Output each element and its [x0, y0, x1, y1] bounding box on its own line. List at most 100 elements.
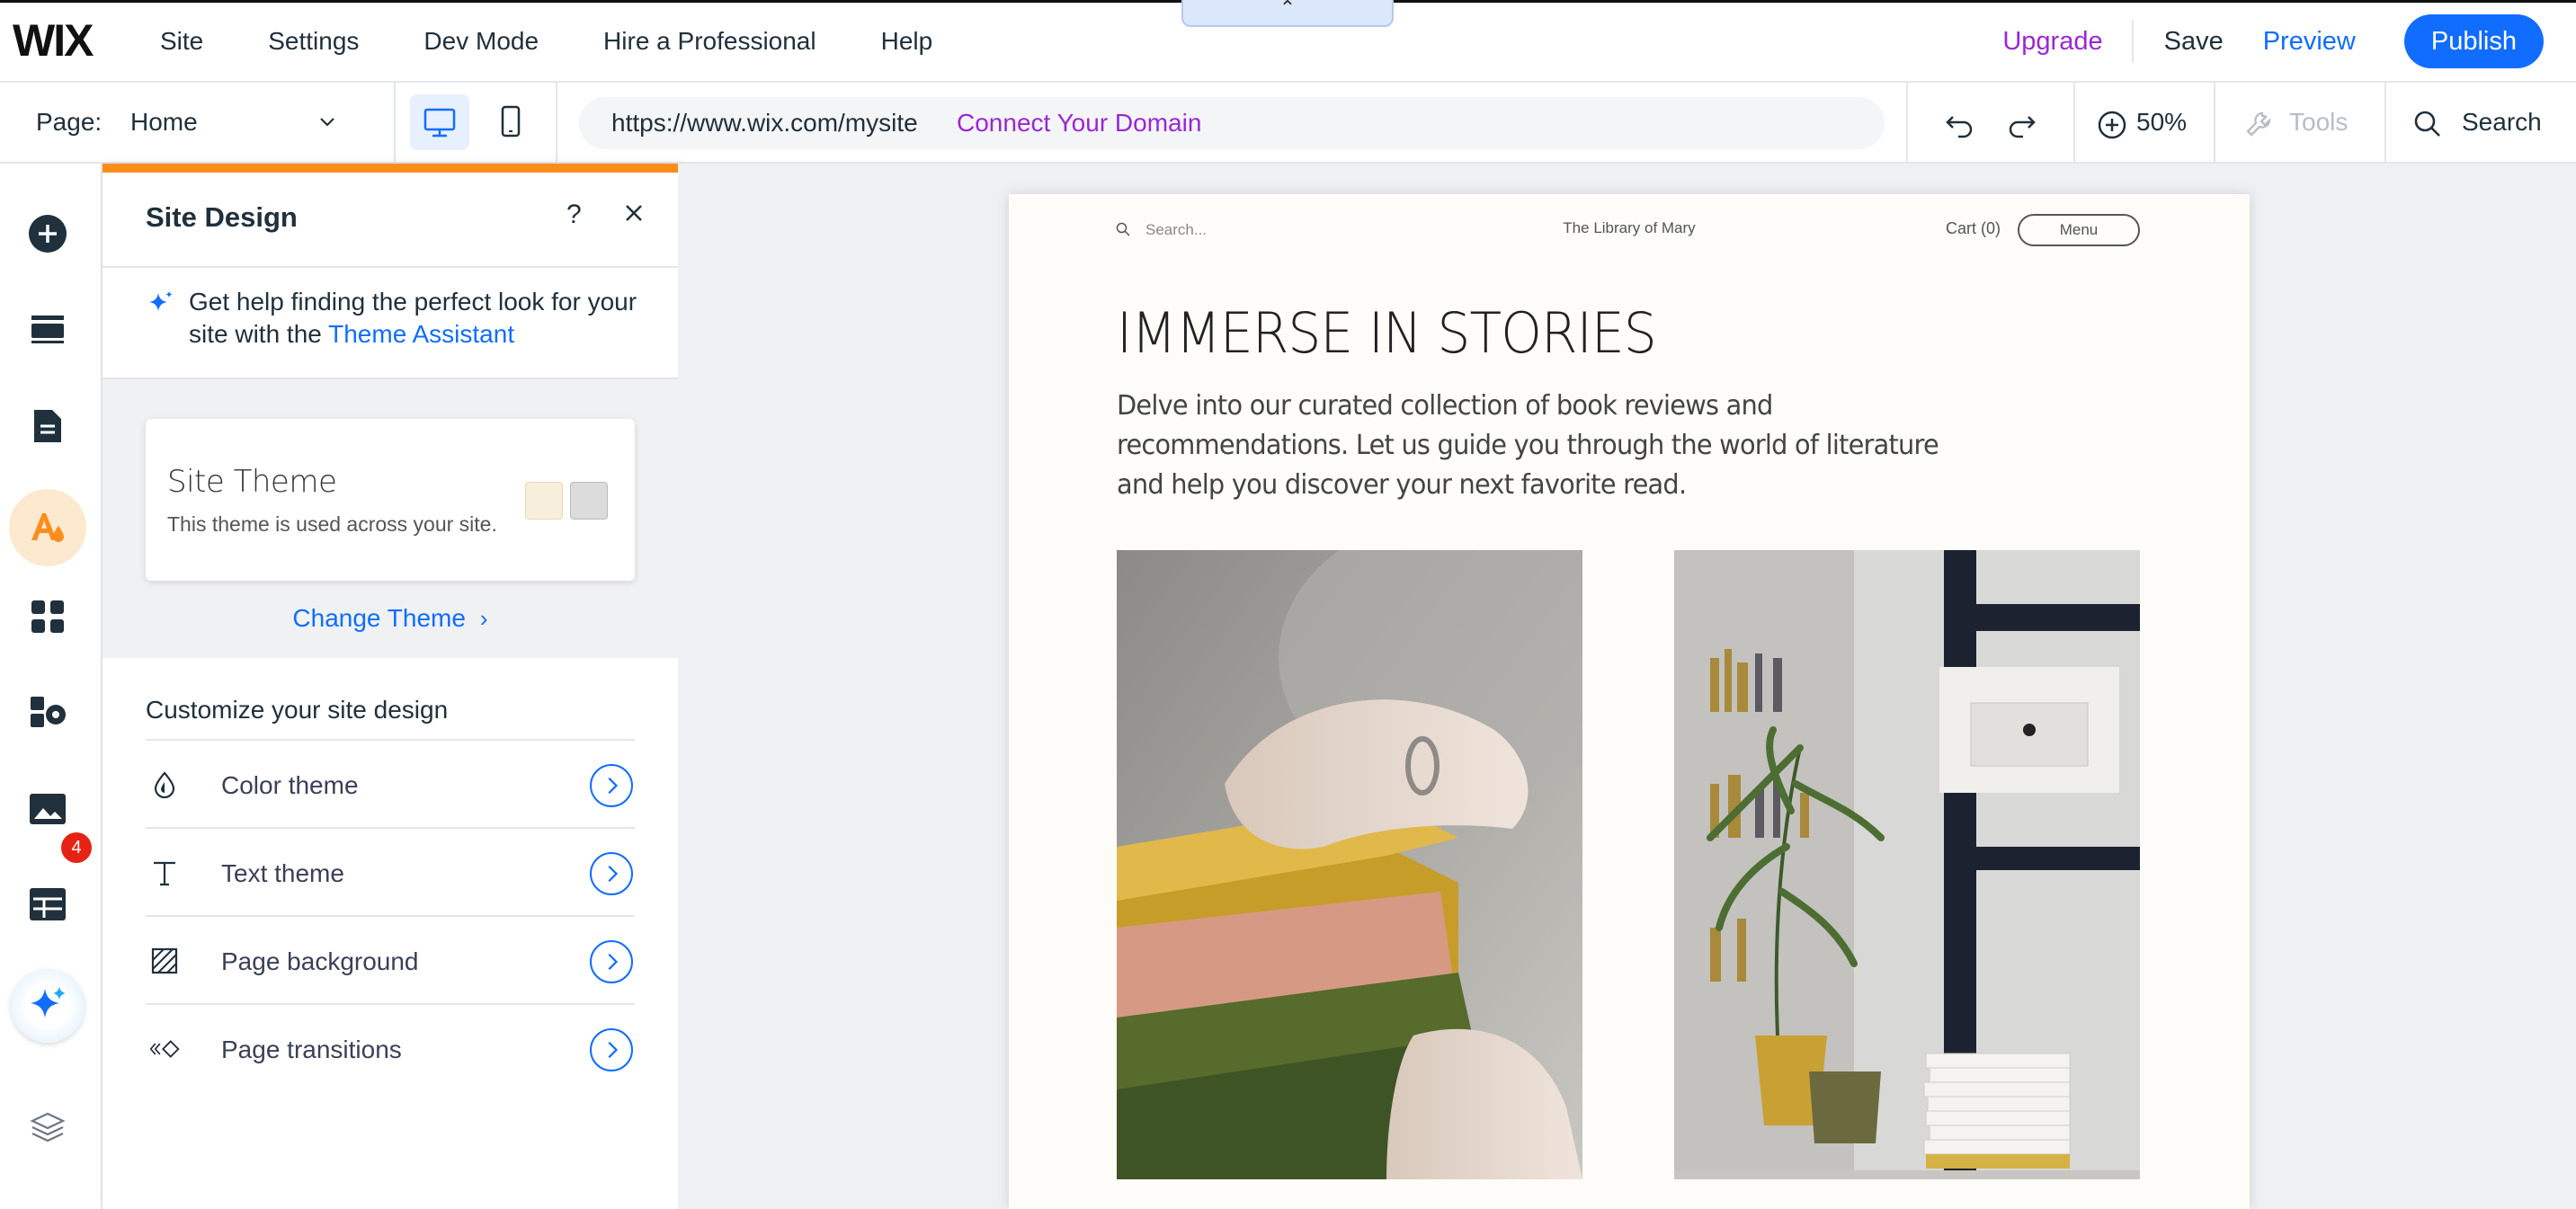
sparkle-icon: [31, 987, 66, 1018]
business-tools-icon: [31, 697, 66, 727]
menu-site[interactable]: Site: [160, 27, 203, 56]
customize-title: Customize your site design: [146, 696, 449, 724]
site-url: https://www.wix.com/mysite: [611, 109, 918, 137]
mobile-view-button[interactable]: [486, 94, 536, 150]
editor-toolbar: Page: Home https://www.wix.com/mysite Co…: [0, 83, 2576, 164]
zoom-in-icon[interactable]: [2097, 110, 2127, 140]
list-item-label: Text theme: [221, 859, 344, 887]
wix-logo[interactable]: WIX: [13, 14, 94, 67]
hero-description[interactable]: Delve into our curated collection of boo…: [1117, 387, 1946, 505]
chevron-up-icon: ⌃: [1279, 0, 1297, 19]
customize-list: Color theme Text theme Page background P…: [146, 739, 635, 1091]
save-button[interactable]: Save: [2164, 27, 2224, 57]
add-elements-button[interactable]: [19, 205, 76, 262]
menu-settings[interactable]: Settings: [268, 27, 359, 56]
page-selector[interactable]: Home: [130, 108, 198, 137]
tools-button[interactable]: Tools: [2289, 108, 2348, 137]
change-theme-link[interactable]: Change Theme ›: [103, 604, 678, 633]
search-icon[interactable]: [2411, 108, 2444, 140]
cms-button[interactable]: [19, 876, 76, 933]
change-theme-label: Change Theme: [292, 604, 466, 632]
site-menu-button[interactable]: Menu: [2018, 214, 2140, 246]
image-icon: [30, 794, 66, 824]
url-bar[interactable]: https://www.wix.com/mysite Connect Your …: [579, 97, 1885, 149]
site-design-button[interactable]: [9, 489, 86, 566]
desktop-icon: [423, 108, 456, 138]
apps-button[interactable]: [19, 588, 76, 645]
list-item-page-background[interactable]: Page background: [146, 915, 635, 1003]
divider: [2073, 83, 2075, 162]
search-button[interactable]: Search: [2462, 108, 2542, 137]
sections-icon: [31, 316, 64, 343]
bookshelf-plant-image[interactable]: [1674, 550, 2140, 1179]
theme-assistant-link[interactable]: Theme Assistant: [328, 320, 514, 348]
wrench-icon: [2246, 111, 2271, 137]
layers-icon: [30, 1112, 66, 1142]
pages-button[interactable]: [19, 397, 76, 455]
close-icon[interactable]: [620, 200, 647, 227]
desktop-view-button[interactable]: [410, 94, 469, 150]
hero-title[interactable]: IMMERSE IN STORIES: [1117, 300, 1657, 366]
menu-dev-mode[interactable]: Dev Mode: [423, 27, 539, 56]
business-tools-button[interactable]: [19, 683, 76, 741]
left-rail: 4: [0, 164, 103, 1209]
droplet-icon: [154, 771, 175, 799]
list-item-text-theme[interactable]: Text theme: [146, 827, 635, 915]
table-icon: [30, 888, 66, 920]
collapse-handle[interactable]: ⌃: [1181, 0, 1394, 27]
publish-button[interactable]: Publish: [2403, 14, 2544, 68]
books-photo: [1117, 550, 1582, 1179]
site-design-panel: Site Design ? Get help finding the perfe…: [103, 164, 678, 1209]
transitions-icon: [149, 1040, 180, 1058]
page-label: Page:: [36, 108, 103, 136]
redo-icon[interactable]: [2003, 106, 2039, 142]
top-right-actions: Upgrade Save Preview Publish: [2002, 0, 2576, 83]
chevron-right-icon[interactable]: [590, 852, 633, 895]
layers-button[interactable]: [19, 1098, 76, 1156]
theme-swatch-gray: [570, 482, 608, 520]
list-item-label: Page background: [221, 947, 419, 975]
site-cart-link[interactable]: Cart (0): [1946, 219, 2001, 238]
chevron-right-icon[interactable]: [590, 1028, 633, 1071]
menu-hire-professional[interactable]: Hire a Professional: [603, 27, 816, 56]
bookshelf-photo: [1674, 550, 2140, 1179]
preview-button[interactable]: Preview: [2263, 27, 2356, 57]
divider: [1906, 83, 1908, 162]
help-button[interactable]: ?: [566, 200, 582, 230]
chevron-right-icon: ›: [479, 605, 488, 632]
ai-assistant-button[interactable]: [11, 969, 85, 1043]
plus-circle-icon: [29, 215, 67, 253]
text-icon: [154, 861, 175, 886]
site-preview[interactable]: Search... The Library of Mary Cart (0) M…: [1009, 194, 2250, 1209]
mobile-icon: [501, 105, 521, 138]
theme-name: Site Theme: [167, 464, 337, 500]
divider: [2131, 20, 2134, 63]
list-item-label: Color theme: [221, 771, 359, 799]
sections-button[interactable]: [19, 300, 76, 358]
editor-canvas: Search... The Library of Mary Cart (0) M…: [678, 164, 2576, 1209]
connect-domain-link[interactable]: Connect Your Domain: [957, 109, 1201, 138]
list-item-page-transitions[interactable]: Page transitions: [146, 1003, 635, 1091]
divider: [2214, 83, 2215, 162]
notification-badge: 4: [61, 832, 92, 863]
upgrade-link[interactable]: Upgrade: [2002, 27, 2102, 57]
list-item-color-theme[interactable]: Color theme: [146, 739, 635, 827]
chevron-down-icon[interactable]: [316, 111, 338, 133]
menu-help[interactable]: Help: [881, 27, 933, 56]
sparkle-icon: [149, 291, 173, 311]
top-bar: WIX Site Settings Dev Mode Hire a Profes…: [0, 0, 2576, 83]
undo-icon[interactable]: [1942, 106, 1978, 142]
theme-swatch-cream: [525, 482, 563, 520]
books-in-hands-image[interactable]: [1117, 550, 1582, 1179]
chevron-right-icon[interactable]: [590, 764, 633, 807]
media-button[interactable]: [19, 780, 76, 838]
theme-description: This theme is used across your site.: [167, 512, 497, 536]
site-design-icon: [31, 513, 64, 542]
theme-area: Site Theme This theme is used across you…: [103, 379, 678, 658]
chevron-right-icon[interactable]: [590, 940, 633, 983]
site-theme-card[interactable]: Site Theme This theme is used across you…: [146, 419, 635, 581]
page-icon: [34, 410, 61, 442]
zoom-level[interactable]: 50%: [2136, 108, 2187, 137]
panel-header: Site Design ?: [103, 173, 678, 268]
list-item-label: Page transitions: [221, 1036, 402, 1063]
